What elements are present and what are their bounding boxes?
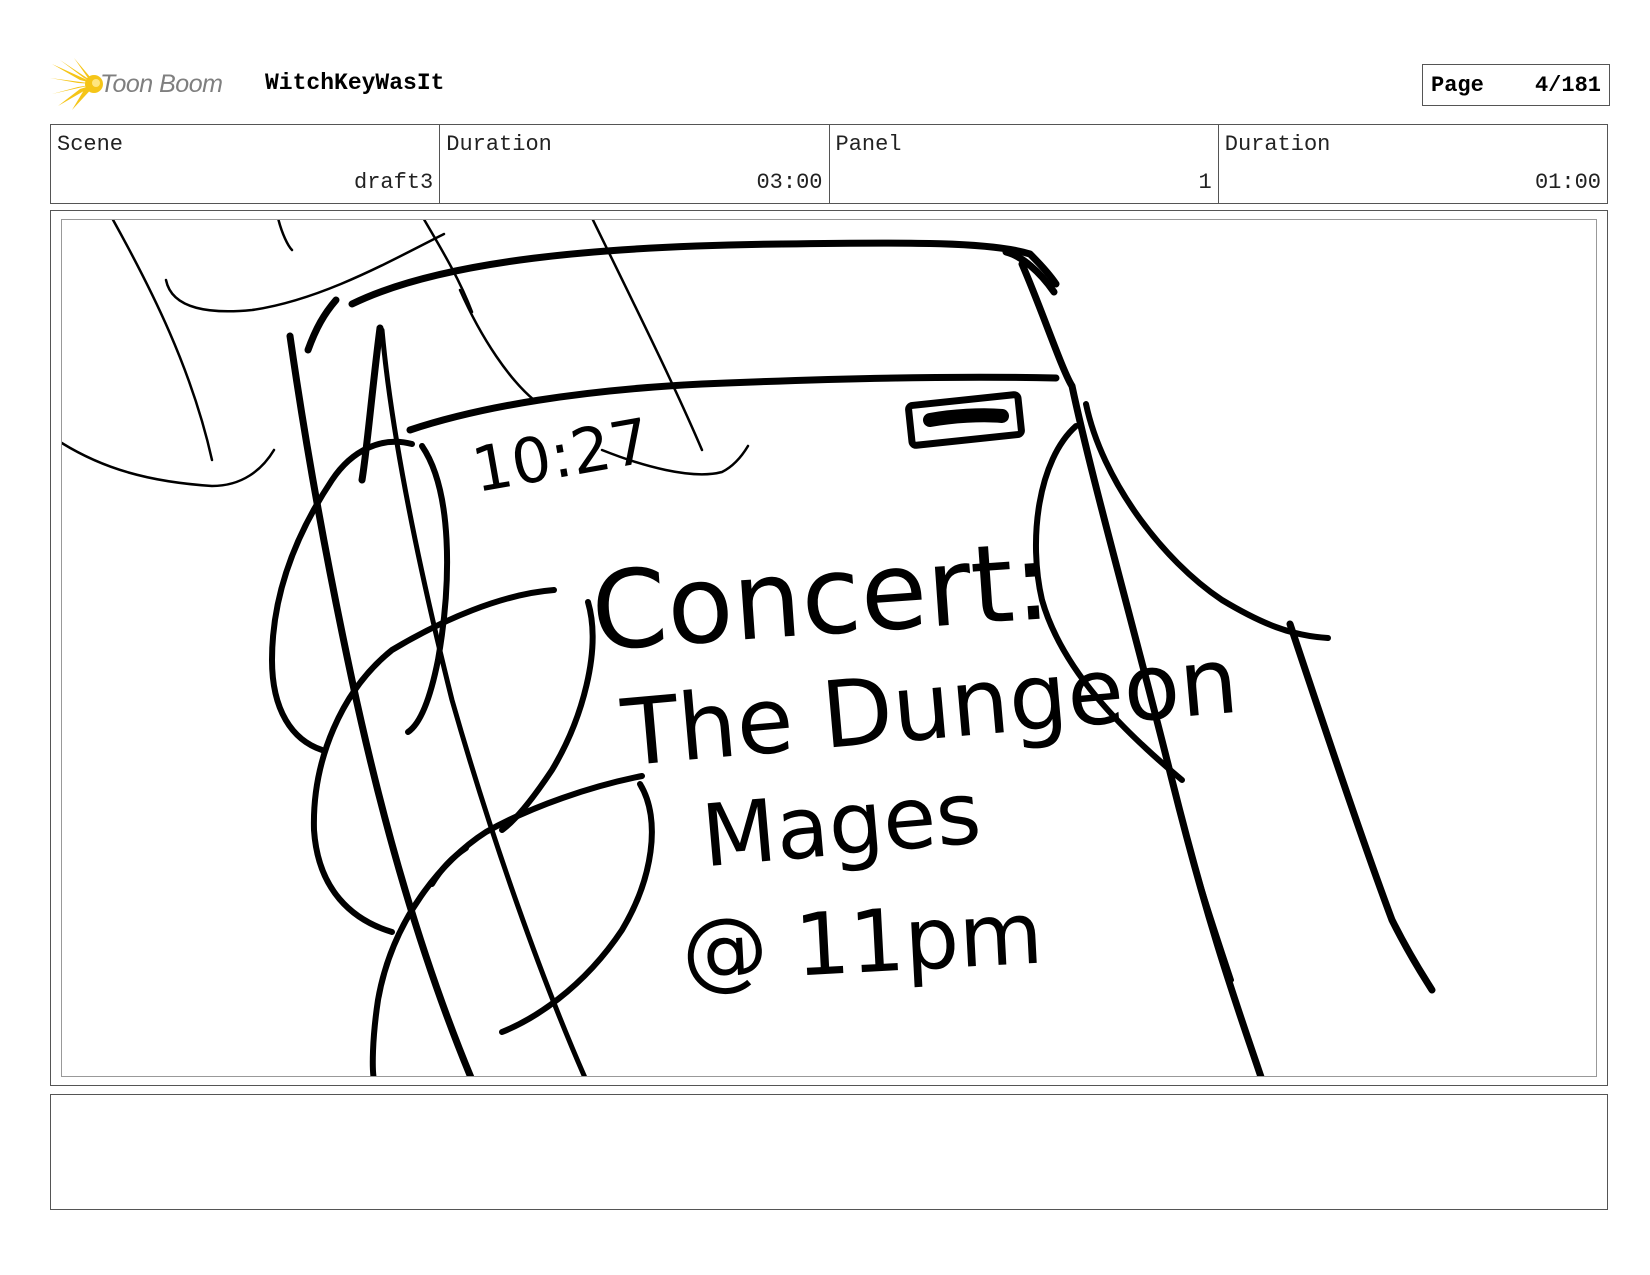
panel-label: Panel (835, 132, 902, 157)
sketch-line-3: Mages (698, 763, 985, 887)
toon-boom-logo: Toon Boom (50, 58, 223, 110)
panel-info-row: Scene draft3 Duration 03:00 Panel 1 Dura… (50, 124, 1608, 204)
page-label: Page (1431, 72, 1484, 98)
project-title: WitchKeyWasIt (265, 70, 445, 96)
panel-duration-cell: Duration 01:00 (1219, 125, 1607, 203)
starburst-icon (50, 58, 103, 110)
sketch-line-4: @ 11pm (679, 884, 1045, 1003)
scene-duration-value: 03:00 (756, 170, 823, 195)
panel-drawing-area: 10:27 Concert: The Dungeon Mages @ 11pm (61, 219, 1597, 1077)
scene-label: Scene (57, 132, 124, 157)
sketch-drawing: 10:27 Concert: The Dungeon Mages @ 11pm (62, 220, 1436, 1076)
panel-frame: 10:27 Concert: The Dungeon Mages @ 11pm (50, 210, 1608, 1086)
sketch-time-text: 10:27 (467, 404, 656, 507)
panel-notes-box (50, 1094, 1608, 1210)
storyboard-header: Toon Boom WitchKeyWasIt Page 4/181 (50, 58, 1610, 110)
left-hand (269, 438, 655, 1076)
logo-text: Toon Boom (100, 69, 223, 98)
panel-cell: Panel 1 (830, 125, 1219, 203)
phone-camera (905, 391, 1025, 449)
scene-cell: Scene draft3 (51, 125, 441, 203)
scene-duration-cell: Duration 03:00 (440, 125, 830, 203)
page-indicator: Page 4/181 (1422, 64, 1610, 106)
scene-duration-label: Duration (446, 132, 552, 157)
panel-duration-label: Duration (1224, 132, 1331, 157)
panel-duration-value: 01:00 (1534, 170, 1601, 195)
panel-value: 1 (1198, 170, 1212, 195)
page-number: 4/181 (1534, 72, 1601, 98)
scene-value: draft3 (354, 170, 434, 195)
